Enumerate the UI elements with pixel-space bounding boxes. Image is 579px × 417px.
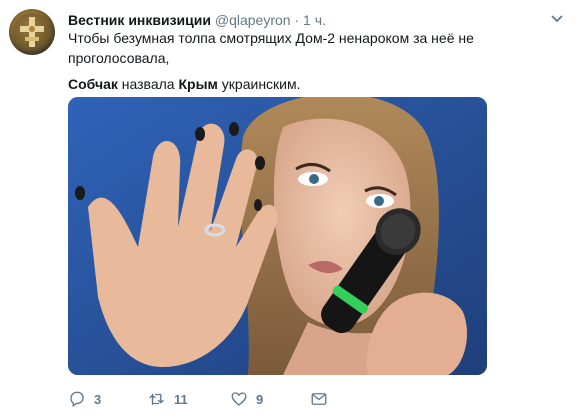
tweet-header: Вестник инквизиции @qlapeyron · 1 ч.: [68, 10, 549, 30]
timestamp[interactable]: 1 ч.: [303, 12, 326, 28]
text-fragment: украинским.: [217, 76, 301, 92]
bold-word: Крым: [178, 76, 218, 92]
cross-emblem-icon: [13, 13, 51, 51]
tweet-text-line: проголосовала,: [68, 50, 170, 66]
retweet-icon: [149, 393, 164, 405]
tweet: Вестник инквизиции @qlapeyron · 1 ч. Что…: [0, 0, 579, 417]
direct-message-button[interactable]: [310, 386, 328, 412]
author-name[interactable]: Вестник инквизиции: [68, 12, 211, 28]
photo-content: [68, 97, 487, 375]
bold-word: Собчак: [68, 76, 118, 92]
chevron-down-icon[interactable]: [549, 10, 565, 26]
tweet-text-line: Чтобы безумная толпа смотрящих Дом-2 нен…: [68, 30, 474, 46]
avatar[interactable]: [9, 9, 55, 55]
like-icon: [231, 392, 247, 406]
like-count: 9: [256, 391, 264, 407]
author-handle[interactable]: @qlapeyron: [215, 12, 291, 28]
tweet-text: Чтобы безумная толпа смотрящих Дом-2 нен…: [68, 28, 548, 94]
like-button[interactable]: 9: [230, 386, 263, 412]
tweet-photo[interactable]: [68, 97, 487, 375]
tweet-actions: 3 11 9: [68, 386, 488, 412]
envelope-icon: [311, 393, 327, 405]
reply-button[interactable]: 3: [68, 386, 101, 412]
text-fragment: назвала: [117, 76, 179, 92]
retweet-count: 11: [174, 391, 188, 407]
tweet-text-line: Собчак назвала Крым украинским.: [68, 74, 548, 94]
separator: ·: [294, 12, 300, 28]
retweet-button[interactable]: 11: [148, 386, 188, 412]
reply-icon: [70, 391, 84, 408]
reply-count: 3: [94, 391, 102, 407]
